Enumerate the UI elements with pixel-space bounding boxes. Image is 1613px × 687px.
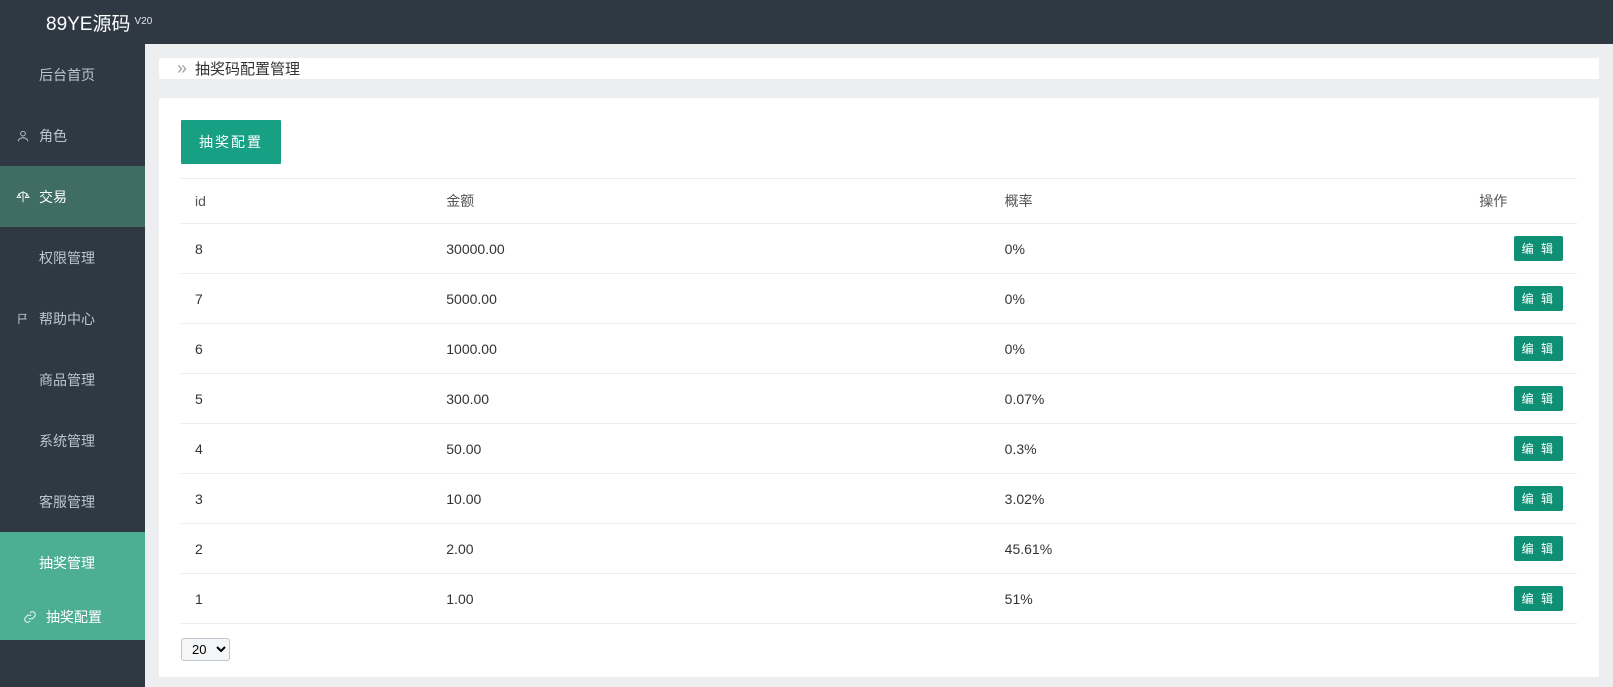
cell-actions: 编 辑 xyxy=(1465,374,1577,424)
sidebar-item-trade[interactable]: 交易 xyxy=(0,166,145,227)
cell-probability: 0.07% xyxy=(991,374,1466,424)
table-header-row: id 金额 概率 操作 xyxy=(181,179,1577,224)
page-size-select[interactable]: 20 xyxy=(181,638,230,661)
cell-probability: 51% xyxy=(991,574,1466,624)
topbar: 89YE源码 V20 xyxy=(0,0,1613,44)
cell-amount: 1.00 xyxy=(432,574,990,624)
cell-probability: 0.3% xyxy=(991,424,1466,474)
sidebar-item-permissions[interactable]: 权限管理 xyxy=(0,227,145,288)
cell-probability: 3.02% xyxy=(991,474,1466,524)
brand: 89YE源码 V20 xyxy=(46,9,152,36)
cell-actions: 编 辑 xyxy=(1465,324,1577,374)
cell-actions: 编 辑 xyxy=(1465,424,1577,474)
sidebar: 后台首页 角色 交易 权限管理 xyxy=(0,44,145,687)
sidebar-item-service[interactable]: 客服管理 xyxy=(0,471,145,532)
sidebar-item-home[interactable]: 后台首页 xyxy=(0,44,145,105)
brand-version: V20 xyxy=(134,16,152,27)
table-row: 11.0051% 编 辑 xyxy=(181,574,1577,624)
cell-id: 1 xyxy=(181,574,432,624)
sidebar-item-label: 系统管理 xyxy=(39,431,95,451)
breadcrumb: » 抽奖码配置管理 xyxy=(159,58,1599,80)
sidebar-item-products[interactable]: 商品管理 xyxy=(0,349,145,410)
content-panel: 抽奖配置 id 金额 概率 操作 830000.000%编 辑75000.000… xyxy=(159,98,1599,677)
cell-actions: 编 辑 xyxy=(1465,274,1577,324)
sidebar-item-system[interactable]: 系统管理 xyxy=(0,410,145,471)
lottery-config-button[interactable]: 抽奖配置 xyxy=(181,120,281,164)
cell-actions: 编 辑 xyxy=(1465,224,1577,274)
cell-actions: 编 辑 xyxy=(1465,474,1577,524)
table-row: 22.0045.61% 编 辑 xyxy=(181,524,1577,574)
cell-probability: 0% xyxy=(991,324,1466,374)
scale-icon xyxy=(15,190,31,204)
cell-amount: 5000.00 xyxy=(432,274,990,324)
sidebar-item-help[interactable]: 帮助中心 xyxy=(0,288,145,349)
cell-id: 4 xyxy=(181,424,432,474)
sidebar-subitem-label: 抽奖配置 xyxy=(46,607,102,627)
sidebar-item-label: 交易 xyxy=(39,187,67,207)
cell-id: 2 xyxy=(181,524,432,574)
table-row: 75000.000% 编 辑 xyxy=(181,274,1577,324)
sidebar-item-label: 后台首页 xyxy=(39,65,95,85)
edit-button[interactable]: 编 辑 xyxy=(1514,336,1563,361)
cell-actions: 编 辑 xyxy=(1465,574,1577,624)
main: » 抽奖码配置管理 抽奖配置 id 金额 概率 操作 830000.000% 编 … xyxy=(145,44,1613,687)
user-icon xyxy=(15,129,31,143)
edit-button[interactable]: 编 辑 xyxy=(1514,486,1563,511)
cell-id: 3 xyxy=(181,474,432,524)
table-row: 61000.000% 编 辑 xyxy=(181,324,1577,374)
sidebar-item-label: 商品管理 xyxy=(39,370,95,390)
cell-actions: 编 辑 xyxy=(1465,524,1577,574)
sidebar-item-label: 抽奖管理 xyxy=(39,553,95,573)
pager: 20 xyxy=(181,638,1577,661)
sidebar-subitem-lottery-config[interactable]: 抽奖配置 xyxy=(0,593,145,640)
breadcrumb-title: 抽奖码配置管理 xyxy=(195,58,300,79)
edit-button[interactable]: 编 辑 xyxy=(1514,286,1563,311)
lottery-table: id 金额 概率 操作 830000.000%编 辑75000.000%编 辑6… xyxy=(181,178,1577,624)
table-row: 310.003.02% 编 辑 xyxy=(181,474,1577,524)
cell-id: 5 xyxy=(181,374,432,424)
cell-probability: 0% xyxy=(991,274,1466,324)
sidebar-item-label: 客服管理 xyxy=(39,492,95,512)
th-amount: 金额 xyxy=(432,179,990,224)
cell-amount: 2.00 xyxy=(432,524,990,574)
cell-amount: 30000.00 xyxy=(432,224,990,274)
table-row: 5300.000.07% 编 辑 xyxy=(181,374,1577,424)
sidebar-item-label: 权限管理 xyxy=(39,248,95,268)
cell-amount: 10.00 xyxy=(432,474,990,524)
link-icon xyxy=(22,610,38,624)
th-ops: 操作 xyxy=(1465,179,1577,224)
cell-id: 8 xyxy=(181,224,432,274)
cell-amount: 300.00 xyxy=(432,374,990,424)
edit-button[interactable]: 编 辑 xyxy=(1514,436,1563,461)
cell-id: 7 xyxy=(181,274,432,324)
th-id: id xyxy=(181,179,432,224)
edit-button[interactable]: 编 辑 xyxy=(1514,536,1563,561)
cell-amount: 50.00 xyxy=(432,424,990,474)
edit-button[interactable]: 编 辑 xyxy=(1514,386,1563,411)
flag-icon xyxy=(15,312,31,326)
sidebar-item-roles[interactable]: 角色 xyxy=(0,105,145,166)
cell-probability: 45.61% xyxy=(991,524,1466,574)
cell-amount: 1000.00 xyxy=(432,324,990,374)
sidebar-item-label: 帮助中心 xyxy=(39,309,95,329)
sidebar-item-lottery[interactable]: 抽奖管理 xyxy=(0,532,145,593)
edit-button[interactable]: 编 辑 xyxy=(1514,586,1563,611)
table-row: 450.000.3% 编 辑 xyxy=(181,424,1577,474)
cell-probability: 0% xyxy=(991,224,1466,274)
edit-button[interactable]: 编 辑 xyxy=(1514,236,1563,261)
brand-name: 89YE源码 xyxy=(46,9,130,36)
cell-id: 6 xyxy=(181,324,432,374)
chevron-double-right-icon: » xyxy=(177,58,187,79)
sidebar-item-label: 角色 xyxy=(39,126,67,146)
table-row: 830000.000% 编 辑 xyxy=(181,224,1577,274)
th-prob: 概率 xyxy=(991,179,1466,224)
